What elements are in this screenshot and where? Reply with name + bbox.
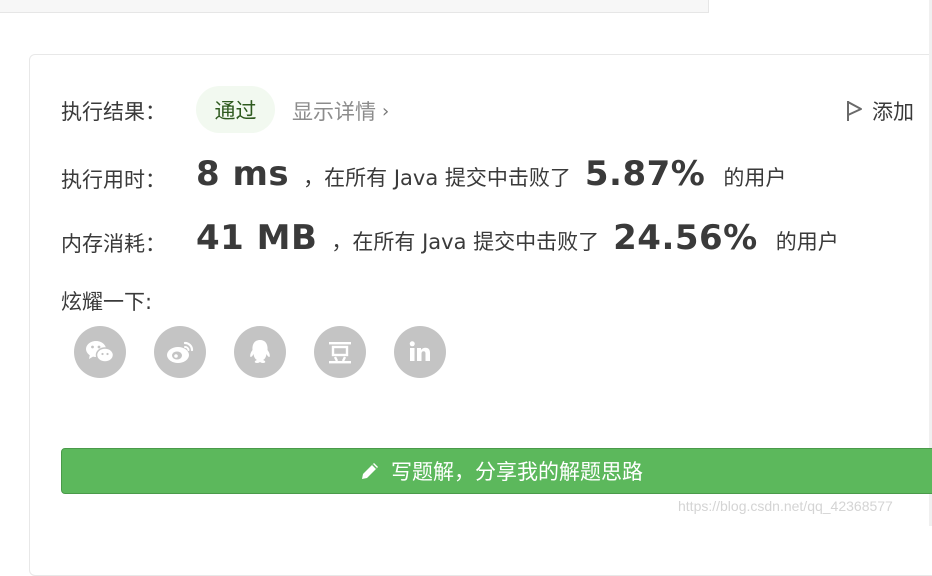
- share-qq-button[interactable]: [234, 326, 286, 378]
- memory-value: 41 MB: [196, 218, 318, 258]
- memory-suffix: 的用户: [775, 230, 839, 254]
- runtime-percent: 5.87%: [584, 154, 706, 194]
- memory-percent: 24.56%: [613, 218, 758, 258]
- share-buttons: [74, 326, 446, 378]
- pencil-icon: [362, 463, 378, 479]
- add-note-label: 添加: [872, 100, 914, 124]
- qq-icon: [250, 340, 270, 363]
- share-linkedin-button[interactable]: [394, 326, 446, 378]
- runtime-label: 执行用时：: [61, 168, 166, 192]
- memory-text: ，在所有 Java 提交中击败了: [331, 230, 600, 254]
- share-douban-button[interactable]: [314, 326, 366, 378]
- weibo-icon: [167, 341, 194, 363]
- watermark: https://blog.csdn.net/qq_42368577: [678, 498, 893, 514]
- share-label: 炫耀一下:: [61, 290, 153, 314]
- runtime-value: 8 ms: [196, 154, 290, 194]
- memory-label: 内存消耗：: [61, 232, 166, 256]
- show-details-label: 显示详情: [292, 100, 376, 124]
- show-details-link[interactable]: 显示详情 ›: [292, 96, 389, 126]
- flag-icon: [847, 101, 862, 121]
- result-label: 执行结果：: [61, 100, 166, 124]
- add-note-button[interactable]: 添加: [846, 96, 914, 126]
- chevron-right-icon: ›: [382, 100, 390, 122]
- top-panel-edge: [0, 0, 709, 13]
- write-solution-button[interactable]: 写题解，分享我的解题思路: [61, 448, 932, 494]
- linkedin-icon: [409, 341, 430, 361]
- runtime-row: 8 ms ，在所有 Java 提交中击败了 5.87% 的用户: [196, 154, 786, 194]
- memory-row: 41 MB ，在所有 Java 提交中击败了 24.56% 的用户: [196, 218, 839, 258]
- wechat-icon: [86, 341, 115, 363]
- runtime-text: ，在所有 Java 提交中击败了: [303, 166, 571, 190]
- write-solution-label: 写题解，分享我的解题思路: [391, 460, 643, 484]
- share-weibo-button[interactable]: [154, 326, 206, 378]
- runtime-suffix: 的用户: [723, 166, 787, 190]
- status-badge: 通过: [196, 86, 275, 133]
- share-wechat-button[interactable]: [74, 326, 126, 378]
- douban-icon: [329, 342, 351, 364]
